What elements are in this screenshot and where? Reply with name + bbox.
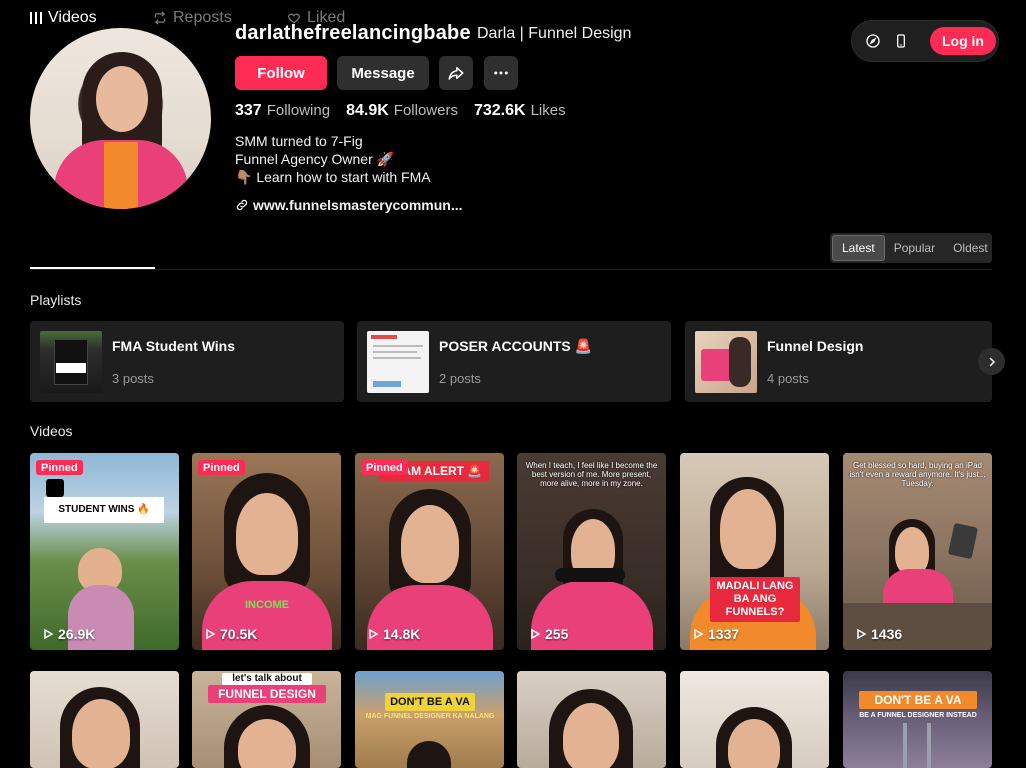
video-card[interactable]: When I teach, I feel like I become the b…: [517, 453, 666, 650]
video-caption: When I teach, I feel like I become the b…: [525, 461, 658, 488]
playlist-thumbnail: [695, 331, 757, 393]
compass-icon[interactable]: [864, 32, 882, 50]
profile-username: darlathefreelancingbabe: [235, 22, 471, 44]
profile-bio: SMM turned to 7-Fig Funnel Agency Owner …: [235, 132, 431, 186]
view-count: 255: [529, 626, 568, 642]
play-icon: [531, 628, 541, 640]
playlist-title: Funnel Design: [767, 338, 864, 354]
video-card[interactable]: [517, 671, 666, 768]
sort-latest[interactable]: Latest: [832, 235, 885, 261]
view-count: 26.9K: [42, 626, 95, 642]
video-card[interactable]: Pinned INCOME 70.5K: [192, 453, 341, 650]
playlist-count: 2 posts: [439, 371, 481, 386]
more-icon: [494, 71, 508, 75]
playlist-card[interactable]: FMA Student Wins 3 posts: [30, 321, 344, 402]
video-card[interactable]: Pinned SCAM ALERT 🚨 14.8K: [355, 453, 504, 650]
playlist-next-button[interactable]: [978, 348, 1005, 375]
video-overlay-text: DON'T BE A VA: [859, 691, 977, 709]
videos-heading: Videos: [30, 423, 73, 439]
video-overlay-text: FUNNEL DESIGN: [208, 685, 326, 703]
followers-stat[interactable]: 84.9K Followers: [346, 102, 458, 120]
play-icon: [694, 628, 704, 640]
link-icon: [236, 199, 248, 211]
playlist-thumbnail: [40, 331, 102, 393]
playlists-heading: Playlists: [30, 292, 82, 308]
playlist-count: 4 posts: [767, 371, 809, 386]
video-card[interactable]: [30, 671, 179, 768]
play-icon: [369, 628, 379, 640]
video-overlay-subtext: MAG FUNNEL DESIGNER KA NALANG: [365, 713, 495, 720]
tabs-divider: [30, 269, 992, 270]
video-overlay-text: MADALI LANG BA ANG FUNNELS?: [710, 577, 800, 622]
playlist-title: FMA Student Wins: [112, 338, 236, 354]
view-count: 1337: [692, 626, 739, 642]
view-count: 1436: [855, 626, 902, 642]
video-card[interactable]: DON'T BE A VA BE A FUNNEL DESIGNER INSTE…: [843, 671, 992, 768]
share-button[interactable]: [439, 56, 473, 90]
message-button[interactable]: Message: [337, 56, 429, 90]
follow-button[interactable]: Follow: [235, 56, 327, 90]
video-overlay-text: INCOME: [245, 599, 289, 611]
login-button[interactable]: Log in: [930, 27, 996, 55]
grid-icon: [30, 12, 42, 24]
video-card[interactable]: Pinned STUDENT WINS 🔥 26.9K: [30, 453, 179, 650]
playlist-title: POSER ACCOUNTS 🚨: [439, 338, 593, 354]
sort-switcher: Latest Popular Oldest: [830, 233, 992, 263]
video-overlay-text: DON'T BE A VA: [385, 693, 475, 711]
profile-nickname: Darla | Funnel Design: [477, 25, 632, 42]
profile-avatar: [30, 28, 211, 209]
pinned-badge: Pinned: [198, 460, 245, 475]
bio-line: SMM turned to 7-Fig: [235, 133, 363, 149]
video-overlay-text: STUDENT WINS 🔥: [44, 497, 164, 523]
video-card[interactable]: [680, 671, 829, 768]
share-icon: [448, 67, 464, 80]
playlist-thumbnail: [367, 331, 429, 393]
repost-icon: [154, 11, 166, 25]
view-count: 14.8K: [367, 626, 420, 642]
view-count: 70.5K: [204, 626, 257, 642]
sort-oldest[interactable]: Oldest: [944, 235, 997, 261]
video-caption: Get blessed so hard, buying an iPad isn'…: [849, 461, 986, 488]
play-icon: [44, 628, 54, 640]
playlist-count: 3 posts: [112, 371, 154, 386]
chevron-right-icon: [989, 357, 995, 366]
bio-line: Funnel Agency Owner 🚀: [235, 151, 395, 167]
mobile-icon[interactable]: [892, 32, 910, 50]
more-options-button[interactable]: [484, 56, 518, 90]
play-icon: [206, 628, 216, 640]
video-card[interactable]: MADALI LANG BA ANG FUNNELS? 1337: [680, 453, 829, 650]
playlist-card[interactable]: Funnel Design 4 posts: [685, 321, 992, 402]
playlist-card[interactable]: POSER ACCOUNTS 🚨 2 posts: [357, 321, 671, 402]
video-card[interactable]: Get blessed so hard, buying an iPad isn'…: [843, 453, 992, 650]
pinned-badge: Pinned: [36, 460, 83, 475]
video-overlay-subtext: BE A FUNNEL DESIGNER INSTEAD: [859, 712, 977, 719]
tab-liked[interactable]: Liked: [287, 0, 345, 36]
profile-stats: 337 Following 84.9K Followers 732.6K Likes: [235, 102, 566, 120]
pinned-badge: Pinned: [361, 460, 408, 475]
tab-reposts[interactable]: Reposts: [153, 0, 232, 36]
following-stat[interactable]: 337 Following: [235, 102, 330, 120]
active-tab-underline: [30, 267, 155, 269]
profile-link[interactable]: www.funnelsmasterycommun...: [235, 197, 463, 213]
video-card[interactable]: DON'T BE A VA MAG FUNNEL DESIGNER KA NAL…: [355, 671, 504, 768]
top-actions: Log in: [851, 20, 999, 62]
sort-popular[interactable]: Popular: [885, 235, 944, 261]
likes-stat: 732.6K Likes: [473, 102, 566, 119]
bio-line: 👇🏽 Learn how to start with FMA: [235, 169, 431, 185]
video-overlay-subtext: let's talk about: [222, 673, 312, 685]
play-icon: [857, 628, 867, 640]
tab-videos[interactable]: Videos: [30, 0, 97, 36]
video-card[interactable]: let's talk about FUNNEL DESIGN: [192, 671, 341, 768]
heart-icon: [288, 13, 300, 24]
